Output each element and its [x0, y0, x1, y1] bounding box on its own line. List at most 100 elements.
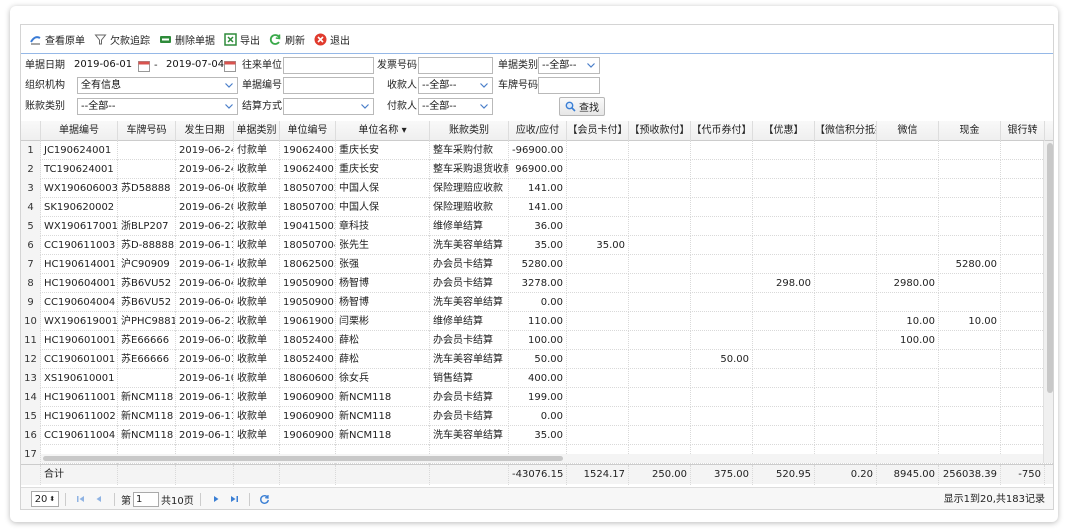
refresh-button[interactable]: 刷新 [269, 32, 305, 47]
delete-doc-button[interactable]: 删除单据 [159, 32, 215, 47]
acct-type-select[interactable]: --全部-- [77, 98, 238, 115]
column-header[interactable]: 银行转 [1001, 121, 1045, 141]
table-cell [629, 369, 691, 388]
last-page-icon[interactable] [228, 493, 240, 505]
partner-input[interactable] [283, 57, 374, 74]
updown-icon: ⬍ [49, 495, 56, 503]
doc-no-input[interactable] [283, 77, 374, 94]
table-row[interactable]: 10 WX190619001 沪PHC9881 2019-06-21 收款单 190619… [21, 312, 1053, 331]
plate-label: 车牌号码 [498, 80, 538, 91]
column-header[interactable]: 【优惠】 [753, 121, 815, 141]
table-cell [691, 236, 753, 255]
vertical-scroll-thumb[interactable] [1047, 143, 1053, 393]
invoice-input[interactable] [418, 57, 493, 74]
plate-input[interactable] [538, 77, 600, 94]
table-cell: WX190619001 [41, 312, 118, 331]
table-cell [629, 426, 691, 445]
table-row[interactable]: 9 CC190604004 苏B6VU52 2019-06-04 收款单 19050900… [21, 293, 1053, 312]
settle-select[interactable] [283, 98, 374, 115]
payer-select[interactable]: --全部-- [418, 98, 493, 115]
table-row[interactable]: 1 JC190624001 2019-06-24 付款单 190624001 重庆长安 整车… [21, 141, 1053, 160]
trace-debt-button[interactable]: 欠款追踪 [94, 32, 150, 47]
column-header[interactable]: 【微信积分抵扣 [815, 121, 877, 141]
table-row[interactable]: 8 HC190604001 苏B6VU52 2019-06-04 收款单 19050900… [21, 274, 1053, 293]
trace-debt-label: 欠款追踪 [110, 35, 150, 47]
table-cell [567, 255, 629, 274]
table-row[interactable]: 3WX190606003-B苏D588882019-06-06收款单180507… [21, 179, 1053, 198]
table-cell: 徐女兵 [336, 369, 430, 388]
table-cell [753, 388, 815, 407]
total-pages-label: 共10页 [161, 495, 194, 507]
column-header[interactable]: 【预收款付】 [629, 121, 691, 141]
page-size-select[interactable]: 20 ⬍ [31, 491, 59, 507]
column-header[interactable]: 账款类别 [430, 121, 509, 141]
column-header[interactable]: 应收/应付 [509, 121, 567, 141]
table-row[interactable]: 4 SK190620002 2019-06-20 收款单 180507002 中国人保 保险… [21, 198, 1053, 217]
table-cell [877, 426, 939, 445]
horizontal-scrollbar[interactable] [41, 454, 1043, 463]
column-header[interactable]: 车牌号码 [118, 121, 176, 141]
table-cell [939, 369, 1001, 388]
calendar-from-icon[interactable] [138, 60, 150, 72]
table-row[interactable]: 7 HC190614001 沪C90909 2019-06-14 收款单 18062500… [21, 255, 1053, 274]
chevron-down-icon [360, 99, 370, 114]
table-row[interactable]: 14 HC190611001 新NCM118 2019-06-11 收款单 1906090… [21, 388, 1053, 407]
table-cell [753, 426, 815, 445]
table-cell [939, 293, 1001, 312]
table-cell: 苏D-88888 [118, 236, 176, 255]
calendar-to-icon[interactable] [224, 60, 236, 72]
table-row[interactable]: 12 CC190601001 苏E66666 2019-06-01 收款单 1805240… [21, 350, 1053, 369]
export-button[interactable]: 导出 [224, 32, 260, 47]
table-cell: 办会员卡结算 [430, 331, 509, 350]
chevron-down-icon [586, 58, 596, 73]
table-cell: 整车采购退货收款 [430, 160, 509, 179]
delete-doc-icon [159, 33, 172, 46]
table-cell: 新NCM118 [118, 426, 176, 445]
table-cell [118, 369, 176, 388]
table-cell [629, 293, 691, 312]
page-number-input[interactable]: 1 [133, 491, 159, 507]
reload-icon[interactable] [259, 493, 271, 505]
horizontal-scroll-thumb[interactable] [43, 456, 563, 461]
table-cell: 190624001 [280, 141, 336, 160]
table-row[interactable]: 11 HC190601001 苏E66666 2019-06-01 收款单 1805240… [21, 331, 1053, 350]
table-cell: 整车采购付款 [430, 141, 509, 160]
table-row[interactable]: 16 CC190611004 新NCM118 2019-06-11 收款单 1906090… [21, 426, 1053, 445]
table-row[interactable]: 13 XS190610001 2019-06-10 收款单 180606001 徐女兵 销售… [21, 369, 1053, 388]
total-cell [118, 465, 176, 485]
next-page-icon[interactable] [210, 493, 222, 505]
column-header[interactable]: 单位名称 ▾ [336, 121, 430, 141]
exit-button[interactable]: 退出 [314, 32, 350, 47]
table-row[interactable]: 5 WX190617001 浙BLP207 2019-06-22 收款单 19041500… [21, 217, 1053, 236]
table-cell: 180507002 [280, 198, 336, 217]
doc-type-select[interactable]: --全部-- [538, 57, 600, 74]
row-number: 3 [21, 179, 41, 198]
table-cell: 薛松 [336, 331, 430, 350]
table-cell [691, 274, 753, 293]
first-page-icon[interactable] [75, 493, 87, 505]
org-select[interactable]: 全有信息 [77, 77, 238, 94]
column-header[interactable]: 单位编号 [280, 121, 336, 141]
view-original-button[interactable]: 查看原单 [29, 32, 85, 47]
table-cell: 50.00 [691, 350, 753, 369]
date-to-input[interactable]: 2019-07-04 [163, 57, 229, 74]
date-from-input[interactable]: 2019-06-01 [71, 57, 138, 74]
payee-select[interactable]: --全部-- [418, 77, 493, 94]
table-cell: 190509001 [280, 293, 336, 312]
table-row[interactable]: 2 TC190624001 2019-06-24 收款单 190624001 重庆长安 整车… [21, 160, 1053, 179]
column-header[interactable]: 单据编号 [41, 121, 118, 141]
column-header[interactable]: 单据类别 [234, 121, 280, 141]
prev-page-icon[interactable] [93, 493, 105, 505]
table-row[interactable]: 15 HC190611002 新NCM118 2019-06-11 收款单 1906090… [21, 407, 1053, 426]
vertical-scrollbar[interactable] [1043, 141, 1053, 463]
table-cell [691, 141, 753, 160]
column-header[interactable]: 发生日期 [176, 121, 234, 141]
table-cell: CC190611003 [41, 236, 118, 255]
table-row[interactable]: 6 CC190611003 苏D-88888 2019-06-11 收款单 1805070… [21, 236, 1053, 255]
column-header[interactable]: 微信 [877, 121, 939, 141]
column-header[interactable]: 【会员卡付】 [567, 121, 629, 141]
table-cell [567, 160, 629, 179]
search-button[interactable]: 查找 [559, 97, 605, 116]
column-header[interactable]: 【代币券付】 [691, 121, 753, 141]
column-header[interactable]: 现金 [939, 121, 1001, 141]
